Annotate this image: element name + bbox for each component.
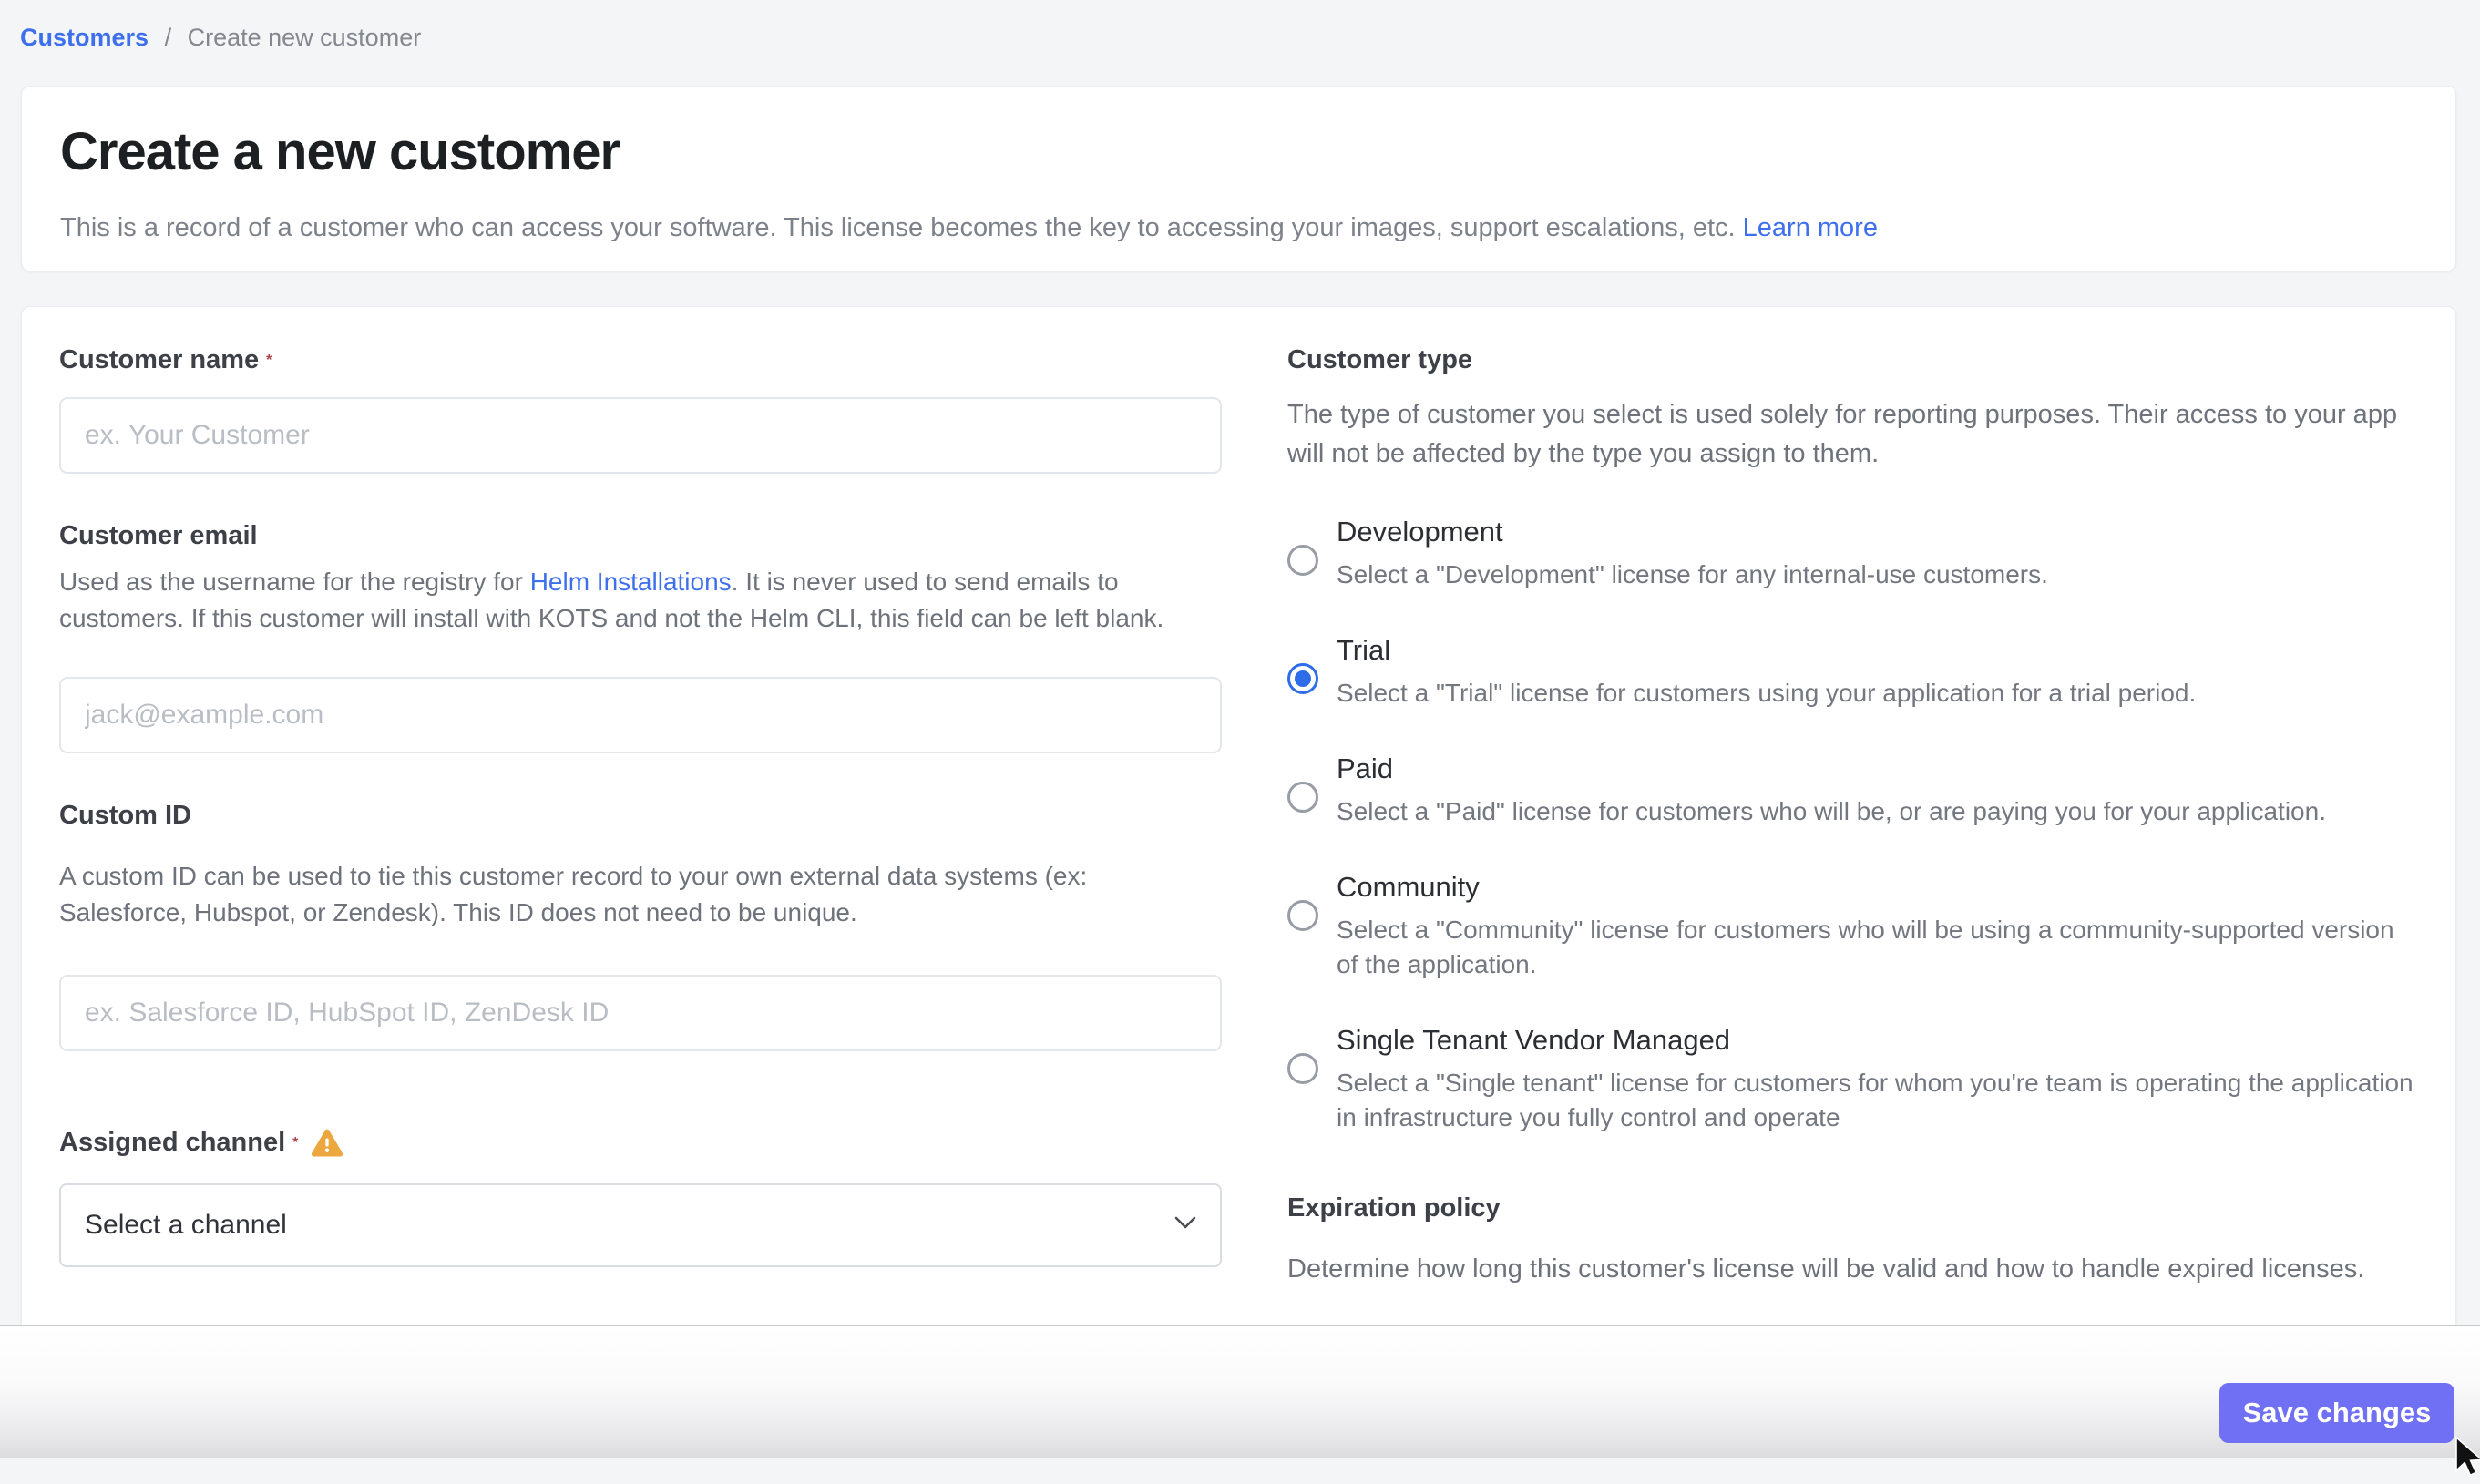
page-header-card: Create a new customer This is a record o… xyxy=(21,86,2456,271)
customer-type-radio-group: Development Select a "Development" licen… xyxy=(1287,516,2417,1135)
expiration-policy-description: Determine how long this customer's licen… xyxy=(1287,1251,2417,1287)
customer-type-option-trial[interactable]: Trial Select a "Trial" license for custo… xyxy=(1287,634,2417,711)
form-footer: Save changes xyxy=(0,1325,2480,1458)
customer-type-label: Customer type xyxy=(1287,345,1472,375)
radio-button-trial[interactable] xyxy=(1287,663,1318,694)
radio-description-community: Select a "Community" license for custome… xyxy=(1337,913,2417,982)
create-customer-page: Customers / Create new customer Create a… xyxy=(0,0,2480,1458)
customer-name-required-mark: * xyxy=(266,353,272,369)
radio-text-trial: Trial Select a "Trial" license for custo… xyxy=(1337,634,2196,711)
radio-button-development[interactable] xyxy=(1287,545,1318,576)
save-changes-button[interactable]: Save changes xyxy=(2219,1383,2454,1443)
customer-type-option-single-tenant[interactable]: Single Tenant Vendor Managed Select a "S… xyxy=(1287,1024,2417,1135)
custom-id-help: A custom ID can be used to tie this cust… xyxy=(59,858,1222,931)
assigned-channel-selected-value: Select a channel xyxy=(85,1210,287,1241)
radio-text-development: Development Select a "Development" licen… xyxy=(1337,516,2048,592)
radio-text-single-tenant: Single Tenant Vendor Managed Select a "S… xyxy=(1337,1024,2417,1135)
radio-text-community: Community Select a "Community" license f… xyxy=(1337,871,2417,982)
chevron-down-icon xyxy=(1174,1216,1196,1234)
assigned-channel-label-row: Assigned channel * xyxy=(59,1128,1222,1158)
customer-type-description: The type of customer you select is used … xyxy=(1287,395,2417,474)
custom-id-label-row: Custom ID xyxy=(59,801,1222,831)
breadcrumb-current: Create new customer xyxy=(188,24,422,51)
customer-type-option-paid[interactable]: Paid Select a "Paid" license for custome… xyxy=(1287,752,2417,829)
customer-type-label-row: Customer type xyxy=(1287,345,2417,375)
warning-icon xyxy=(311,1129,343,1158)
page-description-text: This is a record of a customer who can a… xyxy=(60,213,1736,242)
assigned-channel-select[interactable]: Select a channel xyxy=(59,1183,1222,1267)
customer-email-input[interactable] xyxy=(59,677,1222,753)
assigned-channel-label: Assigned channel xyxy=(59,1128,285,1158)
radio-button-single-tenant[interactable] xyxy=(1287,1053,1318,1084)
radio-description-single-tenant: Select a "Single tenant" license for cus… xyxy=(1337,1066,2417,1135)
learn-more-link[interactable]: Learn more xyxy=(1743,213,1878,242)
custom-id-label: Custom ID xyxy=(59,801,191,831)
radio-title-development: Development xyxy=(1337,516,2048,548)
customer-email-help-prefix: Used as the username for the registry fo… xyxy=(59,568,530,596)
page-title: Create a new customer xyxy=(60,121,2415,182)
breadcrumb: Customers / Create new customer xyxy=(20,24,421,52)
radio-button-paid[interactable] xyxy=(1287,782,1318,813)
breadcrumb-customers-link[interactable]: Customers xyxy=(20,24,149,51)
form-left-column: Customer name * Customer email Used as t… xyxy=(59,345,1222,1335)
custom-id-input[interactable] xyxy=(59,975,1222,1051)
radio-description-development: Select a "Development" license for any i… xyxy=(1337,558,2048,592)
customer-name-label: Customer name xyxy=(59,345,259,375)
mouse-cursor xyxy=(2454,1436,2480,1484)
assigned-channel-required-mark: * xyxy=(292,1135,298,1151)
customer-name-input[interactable] xyxy=(59,397,1222,474)
radio-description-paid: Select a "Paid" license for customers wh… xyxy=(1337,794,2326,829)
customer-email-help: Used as the username for the registry fo… xyxy=(59,564,1222,637)
customer-type-option-community[interactable]: Community Select a "Community" license f… xyxy=(1287,871,2417,982)
helm-installations-link[interactable]: Helm Installations xyxy=(530,568,732,596)
customer-name-label-row: Customer name * xyxy=(59,345,1222,375)
breadcrumb-separator: / xyxy=(165,24,172,51)
radio-button-community[interactable] xyxy=(1287,900,1318,931)
customer-type-option-development[interactable]: Development Select a "Development" licen… xyxy=(1287,516,2417,592)
form-right-column: Customer type The type of customer you s… xyxy=(1287,345,2417,1335)
radio-title-trial: Trial xyxy=(1337,634,2196,667)
radio-title-community: Community xyxy=(1337,871,2417,904)
radio-title-paid: Paid xyxy=(1337,752,2326,785)
page-description: This is a record of a customer who can a… xyxy=(60,210,2415,246)
radio-description-trial: Select a "Trial" license for customers u… xyxy=(1337,676,2196,711)
radio-title-single-tenant: Single Tenant Vendor Managed xyxy=(1337,1024,2417,1057)
customer-email-label: Customer email xyxy=(59,521,258,551)
expiration-policy-label: Expiration policy xyxy=(1287,1193,2417,1223)
radio-text-paid: Paid Select a "Paid" license for custome… xyxy=(1337,752,2326,829)
customer-email-label-row: Customer email xyxy=(59,521,1222,551)
customer-form-card: Customer name * Customer email Used as t… xyxy=(21,306,2456,1336)
